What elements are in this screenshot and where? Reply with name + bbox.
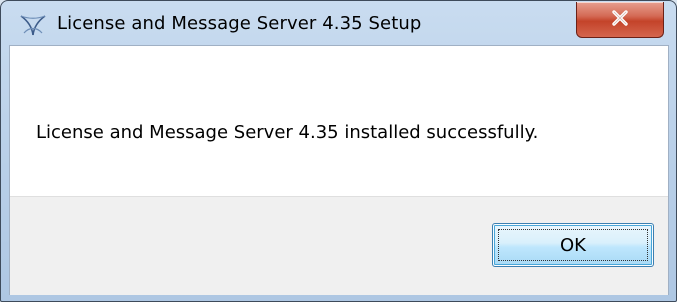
close-button[interactable] (576, 2, 664, 38)
close-x-icon (609, 9, 631, 31)
ok-button[interactable]: OK (492, 223, 654, 267)
ok-button-label: OK (498, 229, 648, 261)
setup-swirl-icon (19, 13, 47, 37)
title-bar[interactable]: License and Message Server 4.35 Setup (1, 1, 676, 45)
setup-dialog-window: License and Message Server 4.35 Setup Li… (0, 0, 677, 302)
success-message: License and Message Server 4.35 installe… (36, 122, 539, 143)
window-title: License and Message Server 4.35 Setup (57, 13, 422, 34)
dialog-content: License and Message Server 4.35 installe… (9, 45, 669, 295)
button-area: OK (10, 196, 668, 295)
